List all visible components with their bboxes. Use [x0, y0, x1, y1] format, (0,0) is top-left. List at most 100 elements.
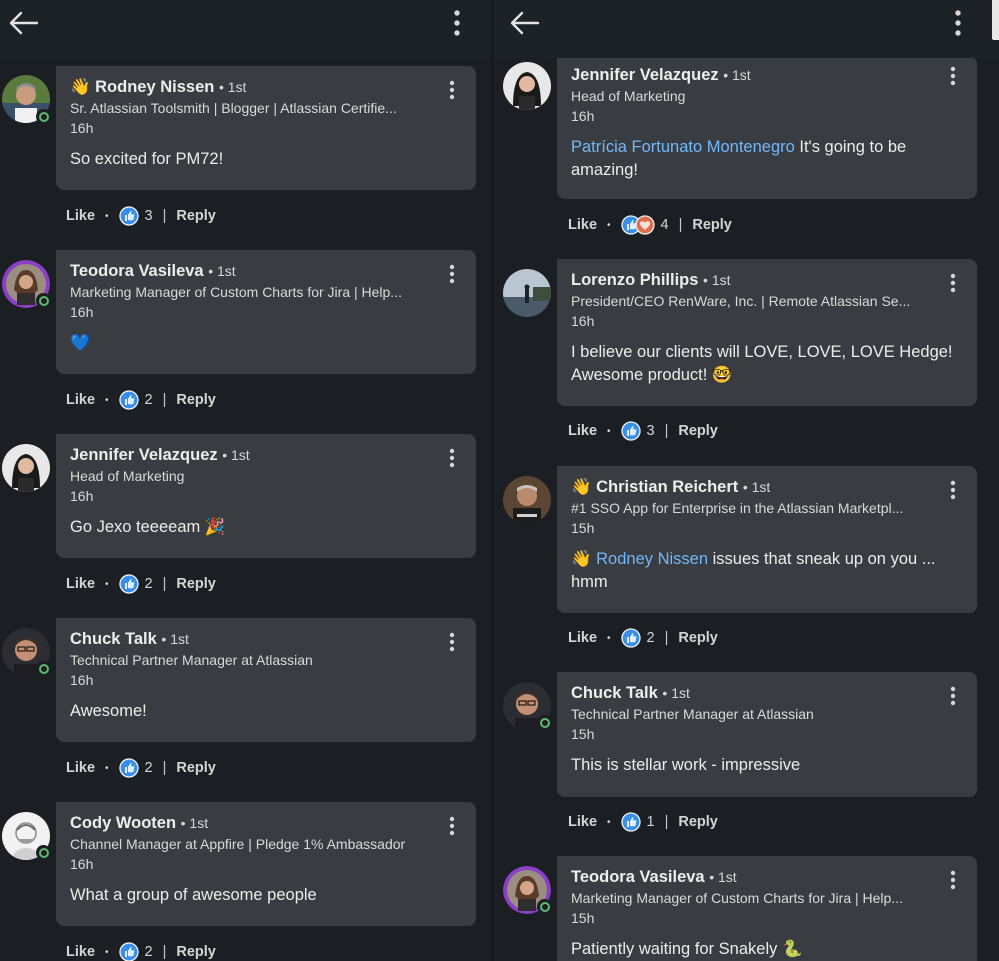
- connection-degree: • 1st: [742, 479, 771, 495]
- comment-options-icon[interactable]: [448, 264, 456, 284]
- avatar[interactable]: [2, 444, 50, 492]
- author-name[interactable]: Chuck Talk: [70, 630, 157, 648]
- reply-button[interactable]: Reply: [678, 814, 718, 830]
- connection-degree: • 1st: [208, 263, 236, 279]
- reactions-count[interactable]: 2: [118, 758, 153, 778]
- author-headline: President/CEO RenWare, Inc. | Remote Atl…: [571, 293, 911, 309]
- comment-options-icon[interactable]: [949, 273, 957, 293]
- comment-options-icon[interactable]: [448, 80, 456, 100]
- reactions-count[interactable]: 3: [620, 421, 655, 441]
- comment-time: 15h: [571, 910, 595, 926]
- author-name[interactable]: Chuck Talk: [571, 684, 658, 702]
- author-headline: #1 SSO App for Enterprise in the Atlassi…: [571, 500, 904, 516]
- left-comments-pane: 👋 Rodney Nissen • 1st Sr. Atlassian Tool…: [0, 0, 492, 961]
- right-comments-pane: Jennifer Velazquez • 1st Head of Marketi…: [493, 0, 999, 961]
- like-button[interactable]: Like: [568, 814, 597, 830]
- author-headline: Sr. Atlassian Toolsmith | Blogger | Atla…: [70, 100, 397, 116]
- reply-button[interactable]: Reply: [176, 576, 216, 592]
- like-button[interactable]: Like: [66, 760, 95, 776]
- reply-button[interactable]: Reply: [176, 392, 216, 408]
- connection-degree: • 1st: [222, 447, 250, 463]
- reply-button[interactable]: Reply: [176, 208, 216, 224]
- author-headline: Channel Manager at Appfire | Pledge 1% A…: [70, 836, 406, 852]
- online-status-icon: [36, 109, 51, 124]
- like-button[interactable]: Like: [568, 423, 597, 439]
- comment-item: Jennifer Velazquez • 1st Head of Marketi…: [0, 434, 492, 604]
- back-arrow-icon[interactable]: [507, 8, 541, 40]
- reply-button[interactable]: Reply: [678, 630, 718, 646]
- author-name[interactable]: Jennifer Velazquez: [70, 446, 218, 464]
- back-arrow-icon[interactable]: [6, 8, 40, 40]
- online-status-icon: [537, 715, 552, 730]
- online-status-icon: [36, 845, 51, 860]
- comment-time: 16h: [571, 313, 595, 329]
- author-headline: Head of Marketing: [571, 88, 686, 104]
- reactions-count[interactable]: 2: [620, 628, 655, 648]
- like-button[interactable]: Like: [66, 944, 95, 960]
- like-button[interactable]: Like: [66, 392, 95, 408]
- comment-text: What a group of awesome people: [70, 886, 317, 904]
- comment-text: Patrícia Fortunato Montenegro It's going…: [571, 138, 907, 179]
- comment-options-icon[interactable]: [448, 632, 456, 652]
- comment-bubble: 👋 Rodney Nissen • 1st Sr. Atlassian Tool…: [56, 66, 476, 190]
- comment-time: 16h: [70, 304, 94, 320]
- reactions-count[interactable]: 4: [620, 215, 669, 235]
- comment-bubble: Jennifer Velazquez • 1st Head of Marketi…: [56, 434, 476, 558]
- comment-options-icon[interactable]: [448, 448, 456, 468]
- reactions-count[interactable]: 3: [118, 206, 153, 226]
- reply-button[interactable]: Reply: [692, 217, 732, 233]
- comment-time: 16h: [70, 120, 94, 136]
- reactions-count[interactable]: 2: [118, 390, 153, 410]
- wave-emoji: 👋: [571, 478, 592, 496]
- reply-button[interactable]: Reply: [176, 944, 216, 960]
- reactions-count[interactable]: 1: [620, 812, 655, 832]
- online-status-icon: [36, 293, 51, 308]
- reactions-count[interactable]: 2: [118, 942, 153, 961]
- author-name[interactable]: Teodora Vasileva: [571, 868, 705, 886]
- mention-link[interactable]: Rodney Nissen: [596, 550, 708, 568]
- comment-actions: Like • 3 | Reply: [66, 206, 216, 226]
- comment-item: Lorenzo Phillips • 1st President/CEO Ren…: [493, 259, 999, 449]
- comment-options-icon[interactable]: [949, 870, 957, 890]
- reactions-count[interactable]: 2: [118, 574, 153, 594]
- comment-options-icon[interactable]: [949, 686, 957, 706]
- comment-bubble: Chuck Talk • 1st Technical Partner Manag…: [557, 672, 977, 797]
- like-button[interactable]: Like: [568, 630, 597, 646]
- author-name[interactable]: Teodora Vasileva: [70, 262, 204, 280]
- more-options-icon[interactable]: [451, 9, 463, 39]
- comment-time: 15h: [571, 520, 595, 536]
- author-name[interactable]: Lorenzo Phillips: [571, 271, 698, 289]
- comment-time: 16h: [70, 488, 94, 504]
- scrollbar-thumb[interactable]: [992, 0, 999, 40]
- author-name[interactable]: Rodney Nissen: [95, 78, 214, 96]
- comment-options-icon[interactable]: [448, 816, 456, 836]
- mention-link[interactable]: Patrícia Fortunato Montenegro: [571, 138, 795, 156]
- online-status-icon: [537, 899, 552, 914]
- comment-options-icon[interactable]: [949, 66, 957, 86]
- author-name[interactable]: Cody Wooten: [70, 814, 176, 832]
- comment-bubble: 👋 Christian Reichert • 1st #1 SSO App fo…: [557, 466, 977, 613]
- avatar[interactable]: [503, 476, 551, 524]
- author-name[interactable]: Christian Reichert: [596, 478, 738, 496]
- connection-degree: • 1st: [218, 79, 247, 95]
- like-button[interactable]: Like: [568, 217, 597, 233]
- like-button[interactable]: Like: [66, 576, 95, 592]
- author-headline: Marketing Manager of Custom Charts for J…: [571, 890, 903, 906]
- comment-text: 👋 Rodney Nissen issues that sneak up on …: [571, 550, 936, 591]
- avatar[interactable]: [503, 62, 551, 110]
- comment-options-icon[interactable]: [949, 480, 957, 500]
- comment-actions: Like • 1 | Reply: [568, 812, 718, 832]
- comment-actions: Like • 3 | Reply: [568, 421, 718, 441]
- author-headline: Technical Partner Manager at Atlassian: [70, 652, 313, 668]
- avatar[interactable]: [503, 269, 551, 317]
- like-icon: [620, 628, 641, 648]
- reply-button[interactable]: Reply: [176, 760, 216, 776]
- comment-bubble: Jennifer Velazquez • 1st Head of Marketi…: [557, 56, 977, 199]
- reply-button[interactable]: Reply: [678, 423, 718, 439]
- comment-bubble: Cody Wooten • 1st Channel Manager at App…: [56, 802, 476, 926]
- comment-item: Teodora Vasileva • 1st Marketing Manager…: [0, 250, 492, 420]
- comment-item: 👋 Rodney Nissen • 1st Sr. Atlassian Tool…: [0, 66, 492, 236]
- author-name[interactable]: Jennifer Velazquez: [571, 66, 719, 84]
- more-options-icon[interactable]: [952, 9, 964, 39]
- like-button[interactable]: Like: [66, 208, 95, 224]
